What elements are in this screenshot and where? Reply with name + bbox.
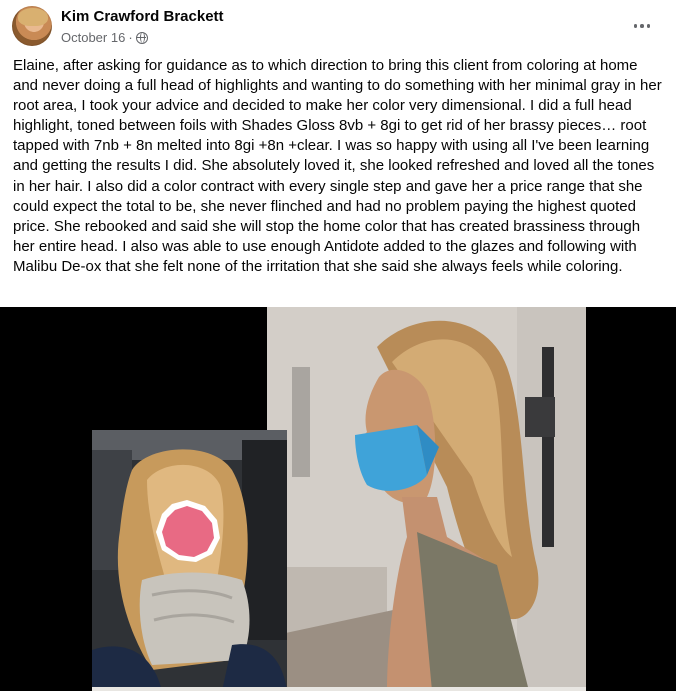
globe-icon[interactable] xyxy=(135,31,148,44)
author-avatar[interactable] xyxy=(12,6,52,46)
post-photo[interactable] xyxy=(0,307,676,691)
post-date[interactable]: October 16 xyxy=(61,30,125,45)
avatar-hair xyxy=(18,8,48,26)
post-meta: October 16 · xyxy=(61,30,148,45)
meta-separator: · xyxy=(128,30,133,45)
post-text: Elaine, after asking for guidance as to … xyxy=(13,57,662,275)
after-photo-drawing xyxy=(267,307,586,691)
photo-bottom-strip xyxy=(92,687,586,691)
facebook-post: Kim Crawford Brackett October 16 · Elain… xyxy=(0,0,676,691)
more-options-icon xyxy=(633,24,651,28)
after-photo xyxy=(267,307,586,691)
before-photo xyxy=(92,430,287,691)
more-options-button[interactable] xyxy=(626,12,658,40)
post-header: Kim Crawford Brackett October 16 · xyxy=(0,0,676,52)
before-photo-drawing xyxy=(92,430,287,691)
author-name[interactable]: Kim Crawford Brackett xyxy=(61,8,224,25)
